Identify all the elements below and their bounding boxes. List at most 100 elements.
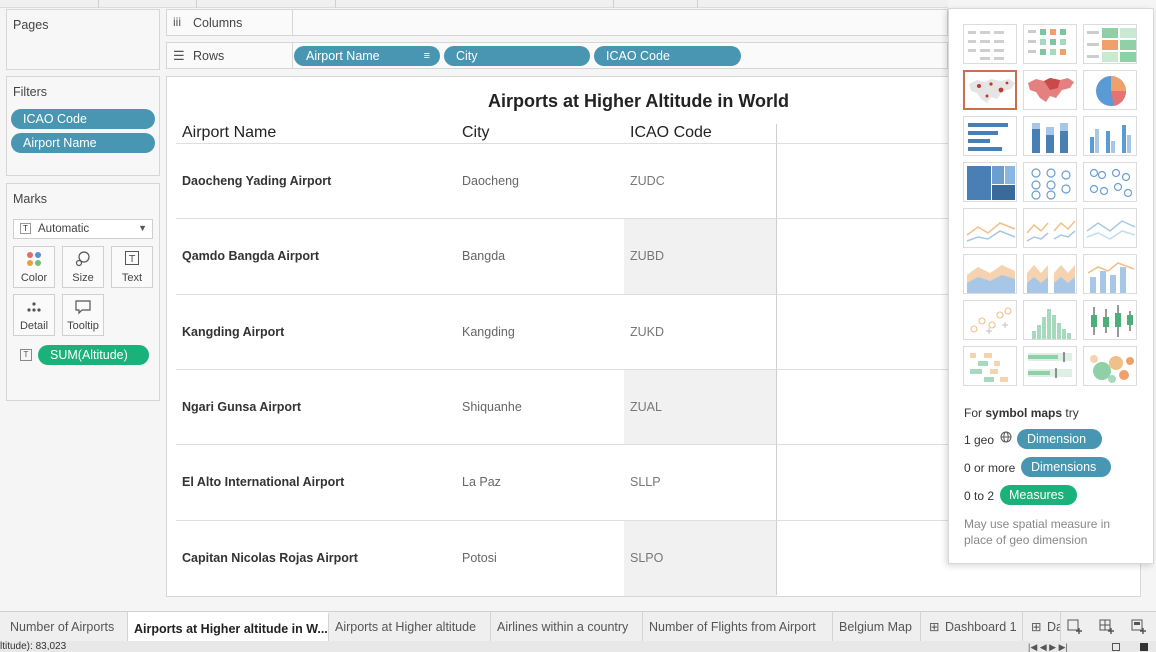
requirement-dimensions-pill: Dimensions [1021,457,1111,477]
tab-number-of-flights[interactable]: Number of Flights from Airport [643,612,833,642]
columns-shelf[interactable]: iii Columns [166,9,948,36]
icao-cell: ZUDC [630,174,665,188]
table-row[interactable]: Ngari Gunsa Airport Shiquanhe ZUAL [176,369,948,445]
detail-label: Detail [19,320,49,332]
tab-airports-higher-altitude-world[interactable]: Airports at Higher altitude in W... [128,612,329,642]
row-pill-airport-name[interactable]: Airport Name ≡ [294,46,440,66]
filmstrip-view-icon[interactable] [1140,643,1148,651]
detail-dots-icon [14,298,54,320]
stacked-bars-thumbnail[interactable] [1023,116,1077,156]
continuous-lines-thumbnail[interactable] [963,208,1017,248]
bullet-graph-thumbnail[interactable] [1023,346,1077,386]
marks-title: Marks [13,192,48,206]
dashboard-icon: ⊞ [929,620,940,634]
box-whisker-thumbnail[interactable] [1083,300,1137,340]
size-icon [63,250,103,272]
text-label: Text [121,272,143,284]
table-row[interactable]: El Alto International Airport La Paz SLL… [176,444,948,519]
dual-lines-thumbnail[interactable] [1083,208,1137,248]
tab-dashboard-1[interactable]: ⊞ Dashboard 1 [921,612,1023,642]
filter-pill-icao-code[interactable]: ICAO Code [11,109,155,129]
filter-pill-airport-name[interactable]: Airport Name [11,133,155,153]
size-button[interactable]: Size [62,246,104,288]
icao-cell: SLPO [624,521,776,596]
airport-cell: Kangding Airport [182,325,285,339]
requirement-dimension-pill: Dimension [1017,429,1102,449]
tab-dashboard-2-label: Da [1047,620,1060,634]
discrete-lines-thumbnail[interactable] [1023,208,1077,248]
tab-belgium-map[interactable]: Belgium Map [833,612,921,642]
table-row[interactable]: Daocheng Yading Airport Daocheng ZUDC [176,143,948,218]
side-by-side-circles-thumbnail[interactable] [1083,162,1137,202]
area-continuous-thumbnail[interactable] [963,254,1017,294]
color-label: Color [20,272,48,284]
tab-number-of-airports[interactable]: Number of Airports [4,612,128,642]
icao-cell: ZUAL [624,370,776,445]
header-airport-name: Airport Name [182,124,277,141]
chevron-down-icon: ▼ [138,223,147,233]
new-story-icon[interactable] [1131,619,1147,635]
tooltip-button[interactable]: Tooltip [62,294,104,336]
treemap-thumbnail[interactable] [963,162,1017,202]
area-discrete-thumbnail[interactable] [1023,254,1077,294]
highlight-table-thumbnail[interactable] [1083,24,1137,64]
measure-pill-sum-altitude[interactable]: SUM(Altitude) [38,345,149,365]
airport-cell: Qamdo Bangda Airport [182,249,320,263]
scatter-plot-thumbnail[interactable] [963,300,1017,340]
requirement-dimensions-label: 0 or more [964,461,1016,475]
hint-suffix: try [1065,406,1079,420]
pages-card[interactable]: Pages [6,9,160,70]
tooltip-label: Tooltip [67,320,99,332]
text-table-thumbnail[interactable] [963,24,1017,64]
navigation-arrows-icon[interactable]: |◀ ◀ ▶ ▶| [1028,642,1068,652]
icao-cell: ZUBD [624,219,776,294]
row-pill-icao-code[interactable]: ICAO Code [594,46,741,66]
rows-label: Rows [193,49,225,63]
histogram-thumbnail[interactable] [1023,300,1077,340]
header-icao-code: ICAO Code [630,124,712,141]
dual-combination-thumbnail[interactable] [1083,254,1137,294]
hint-bold: symbol maps [985,406,1063,420]
requirement-measures-pill: Measures [1000,485,1077,505]
columns-label: Columns [193,16,243,30]
city-cell: Shiquanhe [462,400,522,414]
packed-bubbles-thumbnail[interactable] [1083,346,1137,386]
city-cell: Bangda [462,249,506,263]
text-encoding-icon: T [20,349,32,361]
airport-cell: El Alto International Airport [182,475,345,489]
symbol-map-thumbnail[interactable] [963,70,1017,110]
grid-view-icon[interactable] [1112,643,1120,651]
sheet-tabs-bar: Number of Airports Airports at Higher al… [0,611,1156,642]
tab-airlines-within-country[interactable]: Airlines within a country [491,612,643,642]
new-worksheet-icon[interactable] [1067,619,1083,635]
table-row[interactable]: Kangding Airport Kangding ZUKD [176,294,948,369]
tab-airports-higher-altitude[interactable]: Airports at Higher altitude [329,612,491,642]
detail-button[interactable]: Detail [13,294,55,336]
heat-map-thumbnail[interactable] [1023,24,1077,64]
gantt-chart-thumbnail[interactable] [963,346,1017,386]
new-dashboard-icon[interactable] [1099,619,1115,635]
text-icon: T [112,250,152,272]
dashboard-icon: ⊞ [1031,620,1042,634]
city-cell: Potosi [462,551,497,565]
mark-type-dropdown[interactable]: T Automatic ▼ [13,219,153,239]
circle-views-thumbnail[interactable] [1023,162,1077,202]
show-me-panel: For symbol maps try 1 geo Dimension 0 or… [948,8,1154,564]
requirement-geo-label: 1 geo [964,433,995,447]
row-pill-city[interactable]: City [444,46,590,66]
filled-map-thumbnail[interactable] [1023,70,1077,110]
marks-card: Marks T Automatic ▼ Color Size T Text De… [6,183,160,401]
color-button[interactable]: Color [13,246,55,288]
text-button[interactable]: T Text [111,246,153,288]
city-cell: Kangding [462,325,515,339]
columns-icon: iii [173,15,181,29]
horizontal-bars-thumbnail[interactable] [963,116,1017,156]
pie-chart-thumbnail[interactable] [1083,70,1137,110]
tab-dashboard-2[interactable]: ⊞ Da [1023,612,1061,642]
spatial-note-line1: May use spatial measure in [964,517,1111,531]
shelf-divider [292,10,293,36]
table-row[interactable]: Qamdo Bangda Airport Bangda ZUBD [176,218,948,294]
requirement-measures-label: 0 to 2 [964,489,995,503]
side-by-side-bars-thumbnail[interactable] [1083,116,1137,156]
table-row[interactable]: Capitan Nicolas Rojas Airport Potosi SLP… [176,520,948,596]
